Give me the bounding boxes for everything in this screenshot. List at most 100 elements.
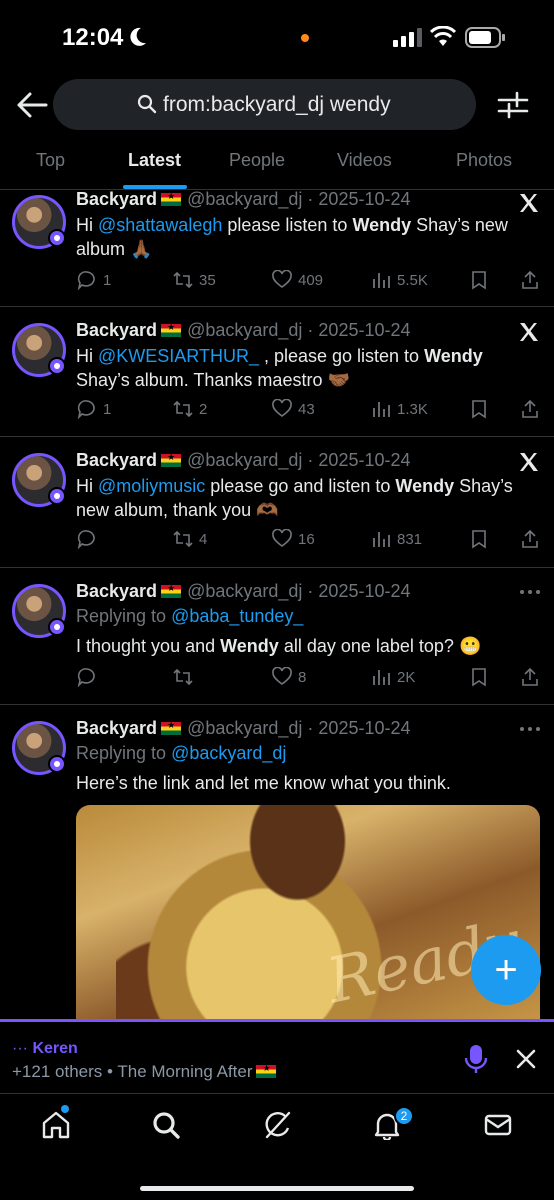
retweet-button[interactable]: 2	[173, 395, 207, 423]
bookmark-button[interactable]	[469, 395, 489, 423]
microphone-icon[interactable]	[465, 1044, 487, 1074]
like-button[interactable]: 8	[272, 663, 306, 691]
search-icon	[137, 94, 157, 114]
compose-button[interactable]: +	[471, 935, 541, 1005]
x-logo-icon	[520, 453, 538, 471]
like-button[interactable]: 16	[272, 525, 315, 553]
display-name[interactable]: Backyard	[76, 320, 157, 340]
reply-button[interactable]	[77, 663, 103, 691]
views-button[interactable]: 831	[371, 525, 422, 553]
home-indicator	[140, 1186, 414, 1191]
display-name[interactable]: Backyard	[76, 718, 157, 738]
display-name[interactable]: Backyard	[76, 581, 157, 601]
status-time: 12:04	[62, 24, 124, 51]
more-options-icon[interactable]	[518, 725, 542, 733]
bookmark-button[interactable]	[469, 266, 489, 294]
retweet-button[interactable]	[173, 663, 199, 691]
reply-button[interactable]: 1	[77, 266, 111, 294]
tweet[interactable]: Backyard @backyard_dj · 2025-10-24 Hi @mo…	[0, 437, 554, 568]
tab-videos[interactable]: Videos	[337, 150, 392, 171]
like-button[interactable]: 43	[272, 395, 315, 423]
share-button[interactable]	[520, 525, 540, 553]
nav-grok[interactable]	[262, 1110, 292, 1140]
replying-to: Replying to @baba_tundey_	[76, 606, 304, 626]
handle[interactable]: @backyard_dj	[187, 320, 302, 340]
mail-icon	[484, 1114, 512, 1136]
nav-home[interactable]	[41, 1110, 71, 1140]
retweet-button[interactable]: 4	[173, 525, 207, 553]
grok-icon	[265, 1111, 291, 1139]
nav-messages[interactable]	[483, 1110, 513, 1140]
bookmark-icon	[472, 400, 486, 419]
reply-button[interactable]	[77, 525, 103, 553]
bookmark-icon	[472, 530, 486, 549]
tweet-date: · 2025-10-24	[307, 581, 411, 601]
share-button[interactable]	[520, 395, 540, 423]
tweet-text: Here’s the link and let me know what you…	[76, 773, 451, 793]
share-icon	[522, 667, 538, 686]
tweet[interactable]: Backyard @backyard_dj · 2025-10-24 Hi @sh…	[0, 189, 554, 307]
nav-search[interactable]	[151, 1110, 181, 1140]
spaces-bar[interactable]: ··· Keren +121 others • The Morning Afte…	[0, 1019, 554, 1093]
mention-link[interactable]: @shattawalegh	[98, 215, 222, 235]
tab-photos[interactable]: Photos	[456, 150, 512, 171]
tweet-media-image[interactable]: Ready	[76, 805, 540, 1020]
views-icon	[373, 532, 390, 547]
tweet-header: Backyard @backyard_dj · 2025-10-24	[76, 320, 411, 341]
spaces-subtitle: +121 others • The Morning After	[12, 1062, 282, 1082]
retweet-icon	[173, 271, 193, 289]
handle[interactable]: @backyard_dj	[187, 189, 302, 209]
tab-latest[interactable]: Latest	[128, 150, 181, 171]
handle[interactable]: @backyard_dj	[187, 718, 302, 738]
status-bar: 12:04	[0, 0, 554, 72]
battery-icon	[465, 27, 505, 48]
views-button[interactable]: 1.3K	[371, 395, 428, 423]
tweet-actions: 8 2K	[0, 663, 554, 691]
views-button[interactable]: 2K	[371, 663, 415, 691]
heart-icon	[272, 529, 292, 547]
share-button[interactable]	[520, 663, 540, 691]
ghana-flag-icon	[161, 452, 182, 467]
handle[interactable]: @backyard_dj	[187, 581, 302, 601]
filter-icon[interactable]	[496, 89, 530, 121]
tweet[interactable]: Backyard @backyard_dj · 2025-10-24 Replyi…	[0, 568, 554, 705]
search-input[interactable]: from:backyard_dj wendy	[53, 79, 476, 130]
handle[interactable]: @backyard_dj	[187, 450, 302, 470]
views-icon	[373, 402, 390, 417]
tab-people[interactable]: People	[229, 150, 285, 171]
mention-link[interactable]: @baba_tundey_	[171, 606, 303, 626]
back-arrow-icon[interactable]	[16, 90, 48, 120]
tweet-text: Hi @KWESIARTHUR_ , please go listen to W…	[76, 346, 483, 390]
tweet[interactable]: Backyard @backyard_dj · 2025-10-24 Hi @KW…	[0, 307, 554, 437]
views-icon	[373, 670, 390, 685]
privacy-indicator-dot	[301, 34, 309, 42]
like-button[interactable]: 409	[272, 266, 323, 294]
tweet-text: Hi @moliymusic please go and listen to W…	[76, 476, 513, 520]
spaces-host: ··· Keren	[12, 1040, 78, 1057]
views-button[interactable]: 5.5K	[371, 266, 428, 294]
tweet-actions: 1 35 409 5.5K	[0, 266, 554, 294]
share-button[interactable]	[520, 266, 540, 294]
reply-icon	[77, 400, 95, 419]
spaces-badge-icon	[48, 755, 66, 773]
close-icon[interactable]	[516, 1049, 536, 1069]
mention-link[interactable]: @KWESIARTHUR_	[98, 346, 259, 366]
search-query: from:backyard_dj wendy	[163, 93, 391, 116]
mention-link[interactable]: @backyard_dj	[171, 743, 286, 763]
reply-button[interactable]: 1	[77, 395, 111, 423]
wifi-icon	[430, 26, 456, 46]
tab-top[interactable]: Top	[36, 150, 65, 171]
more-options-icon[interactable]	[518, 588, 542, 596]
display-name[interactable]: Backyard	[76, 189, 157, 209]
ghana-flag-icon	[161, 583, 182, 598]
home-unread-dot	[61, 1105, 69, 1113]
bookmark-button[interactable]	[469, 663, 489, 691]
retweet-button[interactable]: 35	[173, 266, 216, 294]
share-icon	[522, 399, 538, 418]
search-icon	[153, 1112, 180, 1139]
retweet-icon	[173, 400, 193, 418]
notifications-badge: 2	[394, 1106, 414, 1126]
bookmark-button[interactable]	[469, 525, 489, 553]
display-name[interactable]: Backyard	[76, 450, 157, 470]
mention-link[interactable]: @moliymusic	[98, 476, 205, 496]
